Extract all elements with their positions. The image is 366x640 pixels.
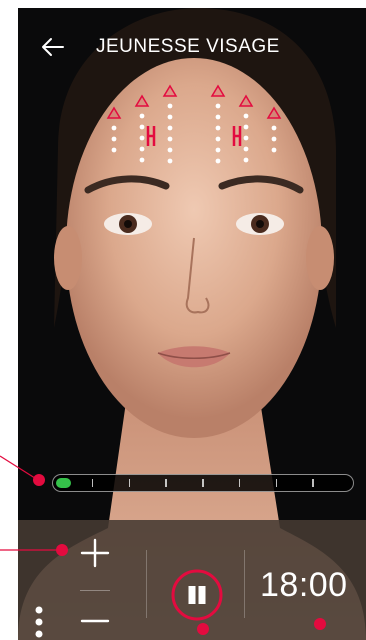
arrow-left-icon[interactable] bbox=[38, 32, 68, 62]
progress-fill bbox=[56, 478, 71, 488]
progress-tick bbox=[165, 479, 167, 487]
progress-tick bbox=[312, 479, 314, 487]
progress-tick bbox=[202, 479, 204, 487]
minus-icon bbox=[80, 619, 110, 623]
progress-bar bbox=[52, 474, 354, 492]
control-panel: 18:00 bbox=[18, 520, 366, 640]
more-vertical-icon[interactable] bbox=[32, 604, 46, 640]
separator bbox=[146, 550, 147, 618]
header-bar: JEUNESSE VISAGE bbox=[18, 30, 366, 66]
page-title: JEUNESSE VISAGE bbox=[96, 36, 280, 57]
progress-tick bbox=[91, 479, 94, 487]
progress-tick bbox=[128, 479, 130, 487]
pause-button[interactable] bbox=[170, 568, 224, 622]
decrease-button[interactable] bbox=[78, 604, 112, 638]
timer-display: 18:00 bbox=[260, 566, 348, 604]
increase-button[interactable] bbox=[78, 536, 112, 570]
progress-tick bbox=[275, 479, 277, 487]
progress-tick bbox=[238, 479, 241, 487]
separator bbox=[244, 550, 245, 618]
divider bbox=[80, 590, 110, 591]
plus-icon bbox=[80, 538, 110, 568]
app-screen: JEUNESSE VISAGE 18:00 bbox=[18, 8, 366, 640]
pause-icon bbox=[171, 569, 223, 621]
